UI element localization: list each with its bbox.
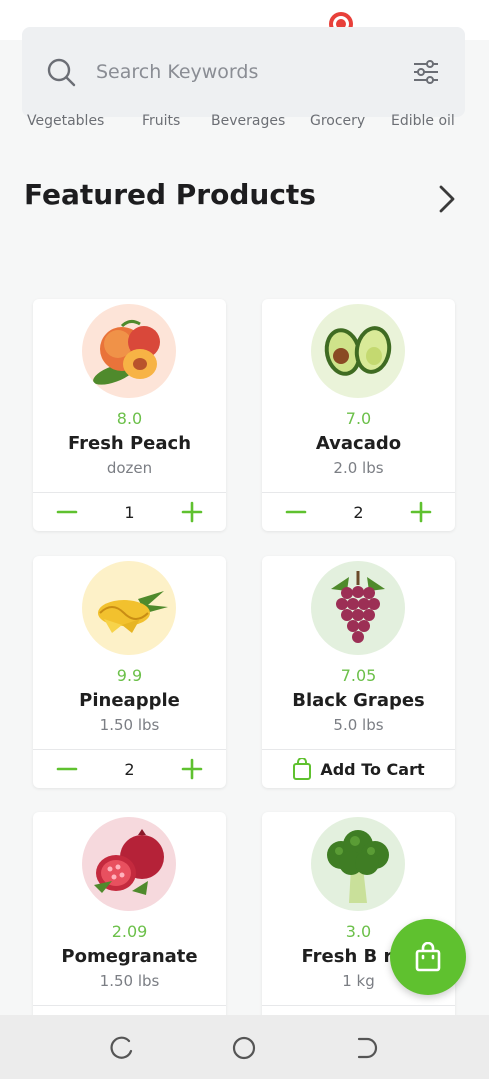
- minus-icon: [56, 510, 78, 514]
- product-unit: dozen: [106, 459, 153, 477]
- quantity-stepper: 2: [33, 750, 226, 788]
- category-grocery[interactable]: Grocery: [310, 113, 365, 129]
- avocado-image: [311, 304, 405, 398]
- system-navigation-bar: [0, 1015, 489, 1079]
- search-bar[interactable]: [22, 27, 465, 117]
- plus-icon: [181, 501, 203, 523]
- product-name: Pomegranate: [61, 946, 198, 967]
- product-card-avocado[interactable]: 7.0 Avacado 2.0 lbs 2: [262, 299, 455, 531]
- decrement-button[interactable]: [55, 757, 79, 781]
- card-divider: [262, 1005, 455, 1006]
- back-icon[interactable]: [353, 1035, 379, 1061]
- category-edible-oil[interactable]: Edible oil: [391, 113, 455, 129]
- home-icon[interactable]: [231, 1035, 257, 1061]
- product-price: 2.09: [111, 922, 148, 941]
- quantity-stepper: 1: [33, 493, 226, 531]
- product-name: Pineapple: [79, 690, 180, 711]
- decrement-button[interactable]: [55, 500, 79, 524]
- product-unit: 2.0 lbs: [333, 459, 384, 477]
- product-price: 9.9: [116, 666, 143, 685]
- increment-button[interactable]: [180, 500, 204, 524]
- category-beverages[interactable]: Beverages: [211, 113, 285, 129]
- product-card-grapes[interactable]: 7.05 Black Grapes 5.0 lbs Add To Cart: [262, 556, 455, 788]
- cart-fab-button[interactable]: [390, 919, 466, 995]
- quantity-value: 2: [124, 759, 135, 779]
- shopping-bag-icon: [293, 758, 312, 780]
- product-unit: 5.0 lbs: [333, 716, 384, 734]
- product-name: Avacado: [315, 433, 402, 454]
- add-to-cart-label: Add To Cart: [320, 759, 425, 779]
- minus-icon: [56, 767, 78, 771]
- chevron-right-icon[interactable]: [433, 183, 461, 215]
- product-unit: 1.50 lbs: [99, 972, 160, 990]
- card-divider: [33, 1005, 226, 1006]
- product-unit: 1.50 lbs: [99, 716, 160, 734]
- search-input[interactable]: [96, 61, 411, 83]
- product-name: Black Grapes: [292, 690, 425, 711]
- product-name: Fresh Peach: [67, 433, 192, 454]
- product-card-pineapple[interactable]: 9.9 Pineapple 1.50 lbs 2: [33, 556, 226, 788]
- minus-icon: [285, 510, 307, 514]
- product-price: 8.0: [116, 409, 143, 428]
- product-card-pomegranate[interactable]: 2.09 Pomegranate 1.50 lbs: [33, 812, 226, 1044]
- increment-button[interactable]: [409, 500, 433, 524]
- plus-icon: [410, 501, 432, 523]
- category-vegetables[interactable]: Vegetables: [27, 113, 104, 129]
- increment-button[interactable]: [180, 757, 204, 781]
- pineapple-image: [82, 561, 176, 655]
- pomegranate-image: [82, 817, 176, 911]
- product-price: 7.05: [340, 666, 377, 685]
- filter-icon[interactable]: [411, 57, 441, 87]
- quantity-value: 1: [124, 502, 135, 522]
- category-fruits[interactable]: Fruits: [142, 113, 180, 129]
- category-strip: Vegetables Fruits Beverages Grocery Edib…: [0, 113, 489, 135]
- grapes-image: [311, 561, 405, 655]
- quantity-stepper: 2: [262, 493, 455, 531]
- search-icon: [47, 58, 76, 87]
- decrement-button[interactable]: [284, 500, 308, 524]
- shopping-bag-icon: [415, 942, 441, 972]
- add-to-cart-button[interactable]: Add To Cart: [262, 750, 455, 788]
- product-card-peach[interactable]: 8.0 Fresh Peach dozen 1: [33, 299, 226, 531]
- section-title: Featured Products: [24, 178, 316, 211]
- quantity-value: 2: [353, 502, 364, 522]
- broccoli-image: [311, 817, 405, 911]
- product-price: 7.0: [345, 409, 372, 428]
- peach-image: [82, 304, 176, 398]
- recent-apps-icon[interactable]: [109, 1035, 135, 1061]
- plus-icon: [181, 758, 203, 780]
